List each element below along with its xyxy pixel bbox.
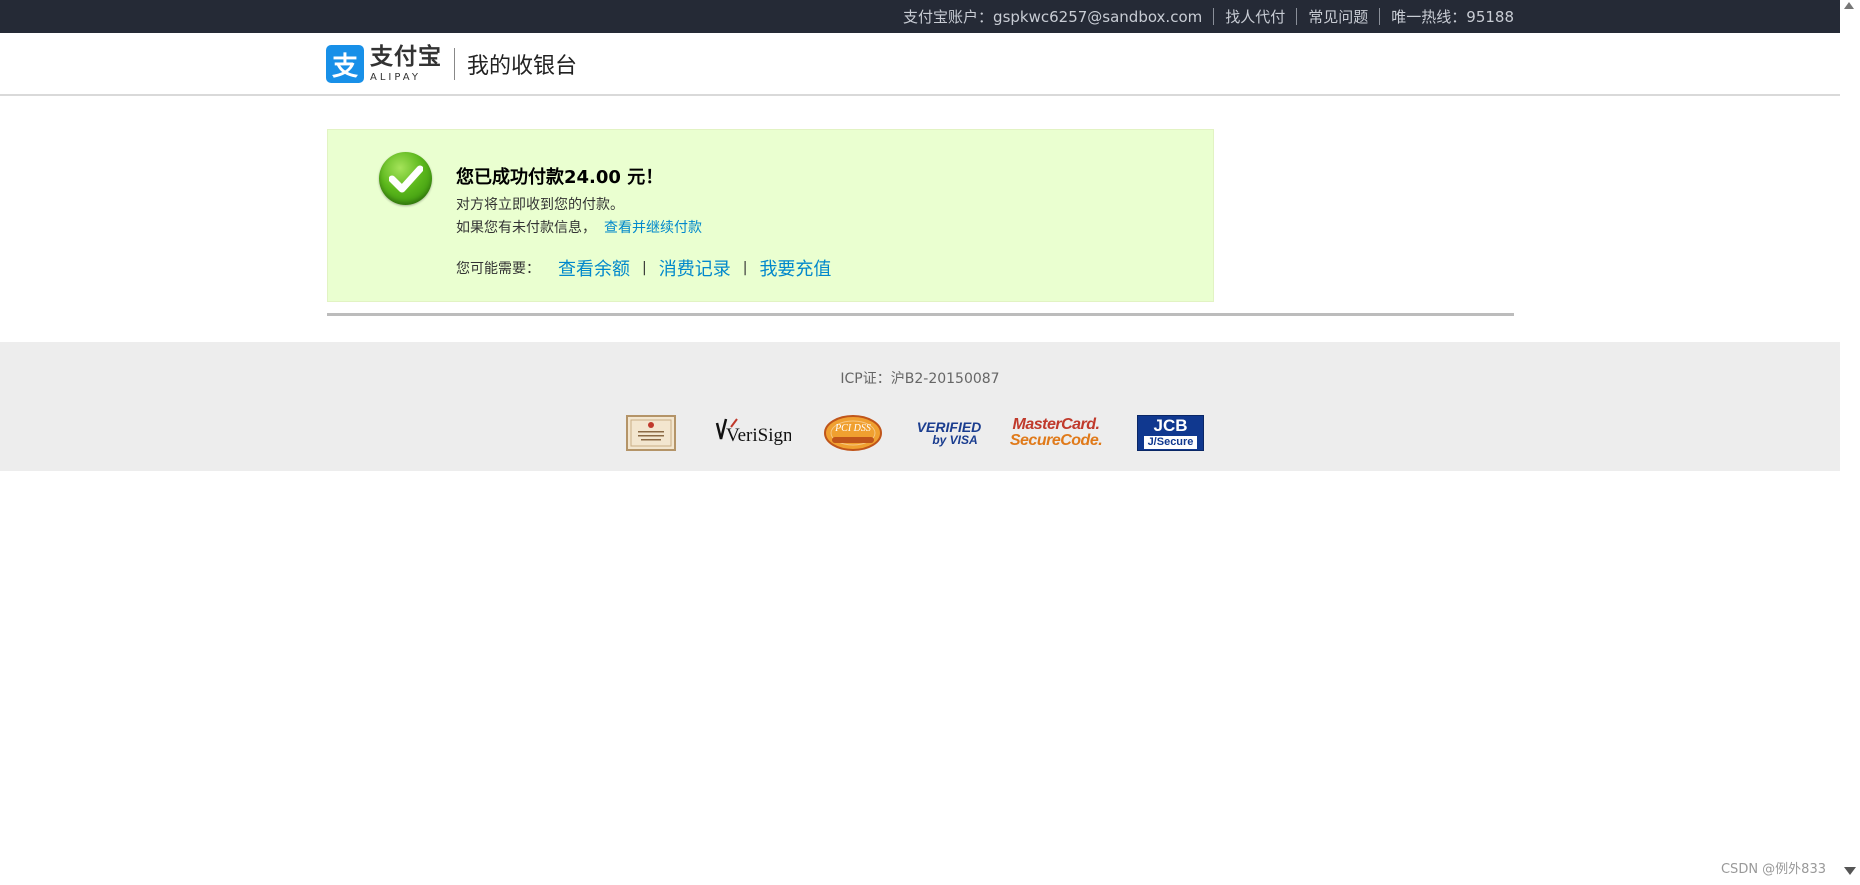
transaction-history-link[interactable]: 消费记录 <box>659 255 731 281</box>
separator <box>1379 8 1381 25</box>
payment-success-panel: 您已成功付款24.00 元！ 对方将立即收到您的付款。 如果您有未付款信息， 查看… <box>327 129 1214 302</box>
page-title: 我的收银台 <box>467 54 578 79</box>
scroll-down-arrow-icon[interactable] <box>1844 867 1856 875</box>
top-bar: 支付宝账户：gspkwc6257@sandbox.com 找人代付 常见问题 唯… <box>0 0 1840 33</box>
mc-line2: SecureCode. <box>1009 432 1103 449</box>
separator <box>1296 8 1298 25</box>
mc-line1: MasterCard. <box>1012 416 1100 433</box>
logo-text: 支付宝 ALIPAY <box>370 43 442 83</box>
unpaid-info: 如果您有未付款信息， 查看并继续付款 <box>456 217 702 237</box>
jcb-line2: J/Secure <box>1143 436 1198 449</box>
suggested-label: 您可能需要： <box>456 261 540 277</box>
alipay-logo-icon: 支 <box>326 45 364 83</box>
logo-divider <box>454 48 455 80</box>
view-balance-link[interactable]: 查看余额 <box>558 255 630 281</box>
verified-by-visa-badge[interactable]: VERIFIED by VISA <box>916 415 982 451</box>
watermark: CSDN @例外833 <box>1720 862 1826 877</box>
security-badges: VeriSign PCI DSS VERIFIED by VISA Master… <box>626 415 1204 451</box>
jcb-jsecure-badge[interactable]: JCB J/Secure <box>1137 415 1204 451</box>
faq-link[interactable]: 常见问题 <box>1308 6 1368 27</box>
visa-line2: by VISA <box>932 433 978 447</box>
view-continue-pay-link[interactable]: 查看并继续付款 <box>604 220 702 236</box>
top-up-link[interactable]: 我要充值 <box>759 255 831 281</box>
logo-text-cn: 支付宝 <box>370 43 442 70</box>
logo-mark-char: 支 <box>331 51 358 82</box>
success-message: 对方将立即收到您的付款。 <box>456 197 624 213</box>
mastercard-securecode-badge[interactable]: MasterCard. SecureCode. <box>1009 415 1103 451</box>
top-bar-links: 支付宝账户：gspkwc6257@sandbox.com 找人代付 常见问题 唯… <box>903 0 1514 33</box>
footer: ICP证：沪B2-20150087 VeriSign PCI DSS VERIF… <box>0 342 1840 471</box>
pci-text: PCI DSS <box>834 423 871 434</box>
separator: | <box>642 260 647 276</box>
suggested-actions: 您可能需要： 查看余额 | 消费记录 | 我要充值 <box>456 255 831 281</box>
icp-license: ICP证：沪B2-20150087 <box>840 371 1000 387</box>
alipay-logo[interactable]: 支 支付宝 ALIPAY 我的收银台 <box>326 45 577 83</box>
unpaid-info-text: 如果您有未付款信息， <box>456 220 596 236</box>
cert-badge[interactable] <box>626 415 676 451</box>
success-check-icon <box>379 152 432 205</box>
find-payer-link[interactable]: 找人代付 <box>1225 6 1285 27</box>
jcb-line1: JCB <box>1153 416 1188 435</box>
header: 支 支付宝 ALIPAY 我的收银台 <box>0 33 1840 96</box>
account-label: 支付宝账户：gspkwc6257@sandbox.com <box>903 8 1203 26</box>
separator <box>1213 8 1215 25</box>
scroll-up-arrow-icon[interactable] <box>1844 2 1854 9</box>
separator: | <box>742 260 748 276</box>
verisign-text: VeriSign <box>726 425 791 446</box>
verisign-badge[interactable]: VeriSign <box>711 415 791 451</box>
visa-line1: VERIFIED <box>916 419 982 435</box>
logo-text-en: ALIPAY <box>370 71 421 83</box>
divider <box>327 313 1514 316</box>
pciss-badge[interactable]: PCI DSS <box>824 415 882 451</box>
hotline-text: 唯一热线：95188 <box>1391 8 1514 26</box>
success-title: 您已成功付款24.00 元！ <box>456 167 664 188</box>
